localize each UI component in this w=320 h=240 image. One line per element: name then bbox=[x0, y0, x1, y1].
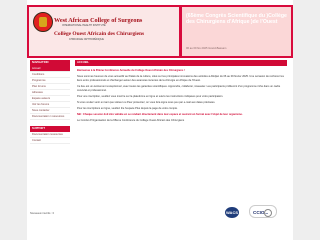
college-logo-banner[interactable]: West African College of Surgeons INTERNA… bbox=[29, 7, 179, 56]
logo-title-fr: Collège Ouest Africain des Chirurgiens bbox=[54, 31, 145, 37]
logo-title-en: West African College of Surgeons bbox=[54, 17, 143, 24]
main-content: ACCUEIL Bienvenue à la 65ème Conférence … bbox=[75, 60, 287, 128]
site-header: West African College of Surgeons INTERNA… bbox=[27, 5, 293, 58]
conference-banner: (65ème Congrès Scientifique du )Collège … bbox=[182, 7, 291, 56]
sidebar: NAVIGATION Accueil Conditions Programme … bbox=[30, 60, 70, 144]
conference-title: (65ème Congrès Scientifique du )Collège … bbox=[186, 13, 287, 26]
college-seal-icon bbox=[33, 12, 53, 32]
sidebar-item-support-contact[interactable]: Contact bbox=[30, 138, 70, 144]
new-registrations-counter: Nouveaux inscrits : 0 bbox=[30, 212, 55, 215]
nb-note: NB : Chaque session doit être validée en… bbox=[77, 112, 243, 116]
online-registration-paragraph: Pour les inscriptions en ligne, veuillez… bbox=[77, 106, 178, 110]
sidebar-item-documentation[interactable]: Documentation / ressources bbox=[30, 114, 70, 120]
registration-paragraph: Pour une inscription, veuillez vous insc… bbox=[77, 94, 224, 98]
partner-logo-ccio[interactable]: CCIO... bbox=[249, 205, 277, 218]
signature-paragraph: Le Comité d'Organisation de la 65ème Con… bbox=[77, 119, 185, 123]
article-body: Bienvenue à la 65ème Conférence Annuelle… bbox=[75, 66, 287, 128]
logo-subtitle-fr: CHIRURGIE ORTHOPÉDIQUE bbox=[69, 38, 104, 41]
welcome-heading: Bienvenue à la 65ème Conférence Annuelle… bbox=[77, 69, 185, 72]
visitor-paragraph: Si vous voulez venir en tant que visiteu… bbox=[77, 100, 216, 104]
intro-paragraph: Nous sommes heureux de vous accueillir a… bbox=[77, 75, 284, 82]
event-paragraph: Ce lieu est un événement exceptionnel, a… bbox=[77, 84, 281, 92]
logo-subtitle-en: INTERNATIONAL HEALTH INSTITUTE bbox=[62, 24, 106, 27]
conference-date: 06 au 09 fév 2025 Grand-Bassam bbox=[186, 47, 227, 50]
partner-logo-wacs[interactable]: WACS bbox=[225, 207, 239, 218]
